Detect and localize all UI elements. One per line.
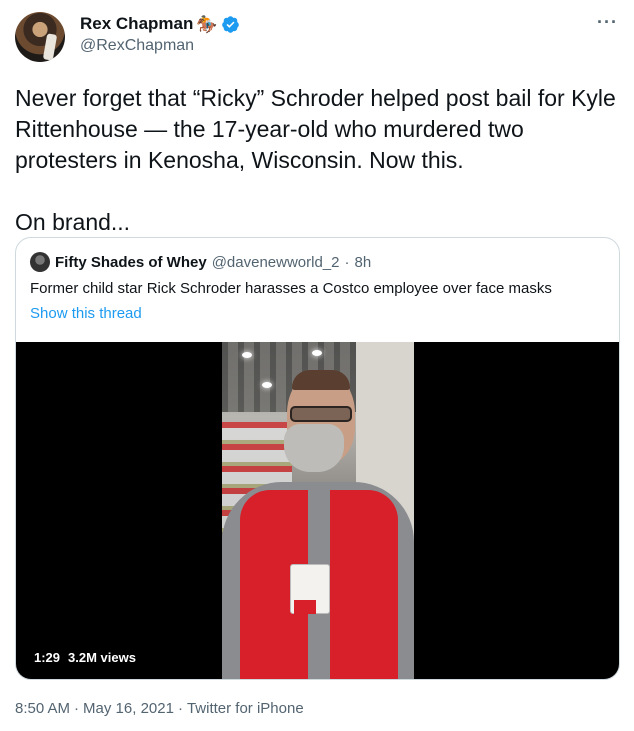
video-meta: 1:29 3.2M views: [34, 650, 136, 665]
name-badge-tag: [294, 600, 316, 614]
video-player[interactable]: 1:29 3.2M views: [16, 342, 619, 679]
video-duration: 1:29: [34, 650, 61, 665]
employee-glasses: [290, 406, 352, 422]
quoted-timestamp[interactable]: 8h: [355, 254, 372, 271]
ceiling-light: [312, 350, 322, 356]
quoted-tweet-card[interactable]: Fifty Shades of Whey @davenewworld_2 · 8…: [15, 237, 620, 680]
employee-hair: [292, 370, 350, 390]
video-frame: [222, 342, 414, 679]
quoted-display-name[interactable]: Fifty Shades of Whey: [55, 254, 207, 271]
avatar[interactable]: [15, 12, 65, 62]
tweet-source[interactable]: Twitter for iPhone: [187, 700, 304, 717]
quoted-separator: ·: [344, 253, 350, 271]
tweet: Rex Chapman 🏇 @RexChapman ··· Never forg…: [0, 0, 634, 731]
red-vest-right: [330, 490, 398, 679]
quoted-tweet-header: Fifty Shades of Whey @davenewworld_2 · 8…: [30, 252, 371, 272]
footer-separator: ·: [177, 700, 183, 717]
author-display-name[interactable]: Rex Chapman: [80, 14, 193, 34]
tweet-text: Never forget that “Ricky” Schroder helpe…: [15, 85, 616, 235]
footer-separator: ·: [74, 700, 80, 717]
tweet-time[interactable]: 8:50 AM: [15, 700, 70, 717]
ceiling-light: [242, 352, 252, 358]
tweet-date[interactable]: May 16, 2021: [83, 700, 174, 717]
ceiling-light: [262, 382, 272, 388]
author-handle[interactable]: @RexChapman: [80, 37, 194, 55]
tweet-footer: 8:50 AM · May 16, 2021 · Twitter for iPh…: [15, 700, 304, 717]
quoted-handle[interactable]: @davenewworld_2: [212, 254, 340, 271]
quoted-avatar[interactable]: [30, 252, 50, 272]
author-name-row: Rex Chapman 🏇: [80, 13, 240, 35]
face-mask: [284, 424, 344, 472]
video-views: 3.2M views: [68, 650, 136, 665]
quoted-tweet-text: Former child star Rick Schroder harasses…: [30, 280, 552, 297]
horse-racing-emoji: 🏇: [196, 14, 218, 34]
verified-badge-icon: [221, 15, 239, 33]
more-options-icon[interactable]: ···: [597, 12, 618, 33]
show-thread-link[interactable]: Show this thread: [30, 305, 142, 322]
